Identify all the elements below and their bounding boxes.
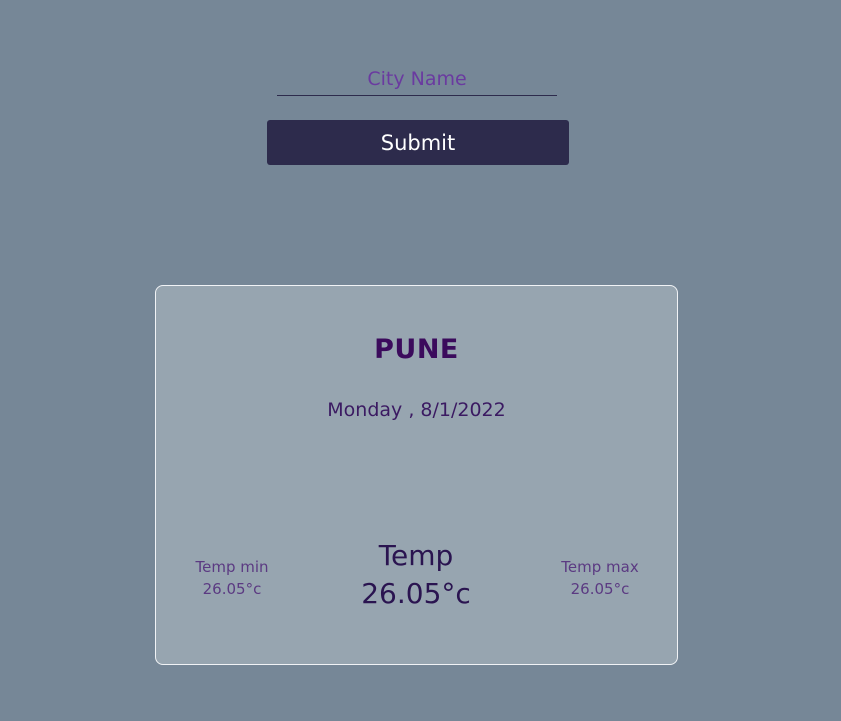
temp-max-block: Temp max 26.05°c: [540, 556, 660, 600]
temp-min-value: 26.05°c: [202, 580, 262, 598]
temp-value: 26.05°c: [361, 577, 471, 610]
city-title: PUNE: [374, 334, 459, 365]
temp-max-label: Temp max: [561, 558, 639, 576]
date-text: Monday , 8/1/2022: [327, 399, 506, 421]
city-name-input[interactable]: [277, 62, 557, 96]
weather-card: PUNE Monday , 8/1/2022 Temp min 26.05°c …: [155, 285, 678, 665]
submit-button[interactable]: Submit: [267, 120, 569, 165]
temp-min-label: Temp min: [195, 558, 269, 576]
page: Submit PUNE Monday , 8/1/2022 Temp min 2…: [0, 0, 841, 721]
temp-label: Temp: [378, 539, 454, 572]
temp-block: Temp 26.05°c: [316, 538, 516, 614]
temp-max-value: 26.05°c: [570, 580, 630, 598]
temp-min-block: Temp min 26.05°c: [172, 556, 292, 600]
